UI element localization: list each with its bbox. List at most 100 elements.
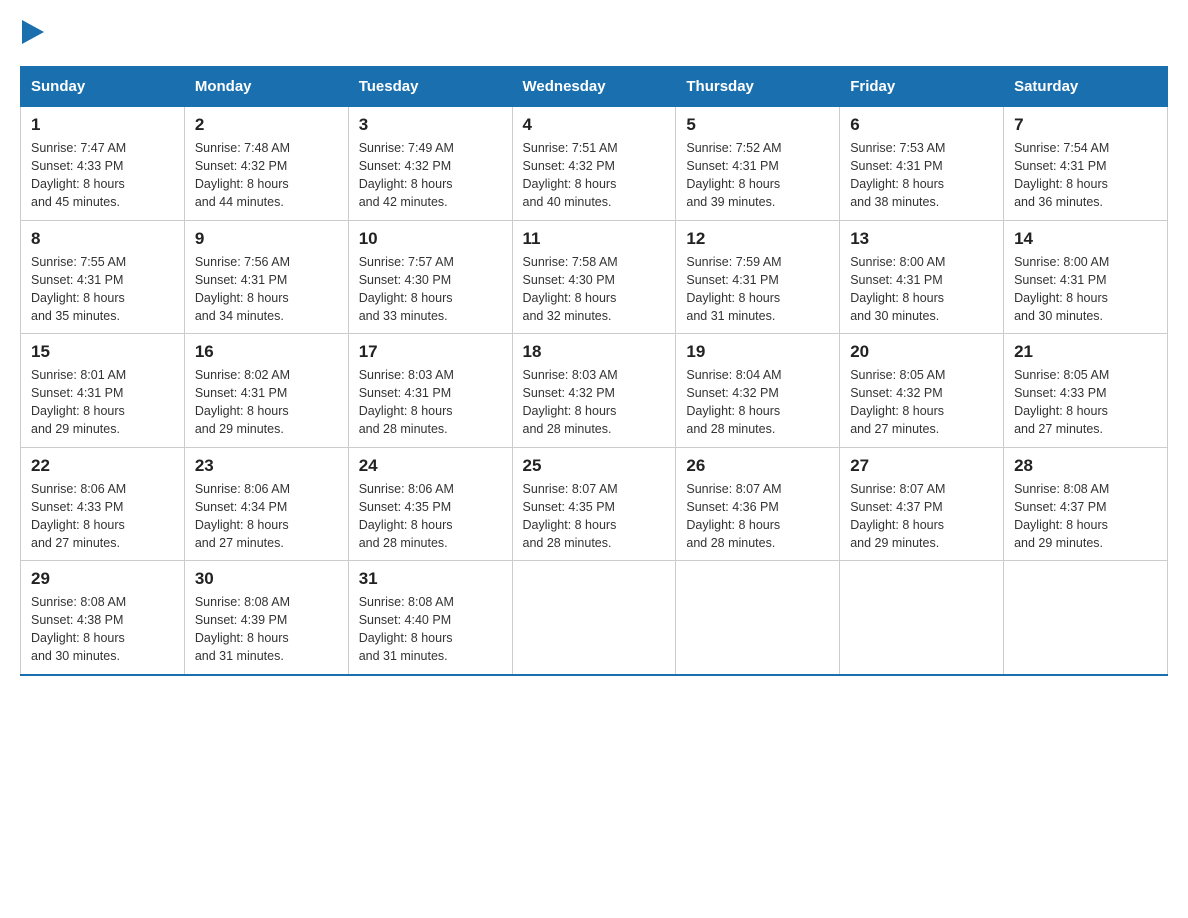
column-header-saturday: Saturday [1004,67,1168,106]
day-info: Sunrise: 7:51 AMSunset: 4:32 PMDaylight:… [523,139,666,212]
calendar-cell: 26Sunrise: 8:07 AMSunset: 4:36 PMDayligh… [676,447,840,561]
column-header-monday: Monday [184,67,348,106]
day-number: 21 [1014,342,1157,362]
day-number: 9 [195,229,338,249]
day-info: Sunrise: 8:08 AMSunset: 4:38 PMDaylight:… [31,593,174,666]
day-info: Sunrise: 8:00 AMSunset: 4:31 PMDaylight:… [1014,253,1157,326]
calendar-week-row: 1Sunrise: 7:47 AMSunset: 4:33 PMDaylight… [21,106,1168,220]
day-number: 22 [31,456,174,476]
calendar-cell: 25 Sunrise: 8:07 AMSunset: 4:35 PMDayligh… [512,447,676,561]
calendar-cell: 2 Sunrise: 7:48 AMSunset: 4:32 PMDaylight… [184,106,348,220]
day-info: Sunrise: 8:04 AMSunset: 4:32 PMDaylight:… [686,366,829,439]
day-info: Sunrise: 8:06 AMSunset: 4:35 PMDaylight:… [359,480,502,553]
day-number: 1 [31,115,174,135]
day-number: 12 [686,229,829,249]
day-number: 8 [31,229,174,249]
day-info: Sunrise: 7:59 AMSunset: 4:31 PMDaylight:… [686,253,829,326]
calendar-cell: 14 Sunrise: 8:00 AMSunset: 4:31 PMDayligh… [1004,220,1168,334]
calendar-cell: 31 Sunrise: 8:08 AMSunset: 4:40 PMDayligh… [348,561,512,675]
day-info: Sunrise: 8:08 AMSunset: 4:39 PMDaylight:… [195,593,338,666]
day-number: 29 [31,569,174,589]
day-number: 31 [359,569,502,589]
day-number: 25 [523,456,666,476]
day-info: Sunrise: 7:55 AMSunset: 4:31 PMDaylight:… [31,253,174,326]
calendar-cell: 3Sunrise: 7:49 AMSunset: 4:32 PMDaylight… [348,106,512,220]
day-number: 11 [523,229,666,249]
day-number: 5 [686,115,829,135]
calendar-week-row: 29 Sunrise: 8:08 AMSunset: 4:38 PMDayligh… [21,561,1168,675]
day-number: 23 [195,456,338,476]
calendar-cell [1004,561,1168,675]
calendar-week-row: 22 Sunrise: 8:06 AMSunset: 4:33 PMDayligh… [21,447,1168,561]
day-info: Sunrise: 8:03 AMSunset: 4:31 PMDaylight:… [359,366,502,439]
day-info: Sunrise: 8:08 AMSunset: 4:37 PMDaylight:… [1014,480,1157,553]
day-info: Sunrise: 7:52 AMSunset: 4:31 PMDaylight:… [686,139,829,212]
day-number: 17 [359,342,502,362]
calendar-cell: 22 Sunrise: 8:06 AMSunset: 4:33 PMDayligh… [21,447,185,561]
calendar-cell: 28 Sunrise: 8:08 AMSunset: 4:37 PMDayligh… [1004,447,1168,561]
day-number: 13 [850,229,993,249]
calendar-cell: 4 Sunrise: 7:51 AMSunset: 4:32 PMDaylight… [512,106,676,220]
column-header-tuesday: Tuesday [348,67,512,106]
day-number: 6 [850,115,993,135]
day-info: Sunrise: 8:02 AMSunset: 4:31 PMDaylight:… [195,366,338,439]
day-info: Sunrise: 8:08 AMSunset: 4:40 PMDaylight:… [359,593,502,666]
calendar-cell: 16 Sunrise: 8:02 AMSunset: 4:31 PMDayligh… [184,334,348,448]
day-info: Sunrise: 7:48 AMSunset: 4:32 PMDaylight:… [195,139,338,212]
calendar-cell: 10 Sunrise: 7:57 AMSunset: 4:30 PMDayligh… [348,220,512,334]
day-info: Sunrise: 8:06 AMSunset: 4:34 PMDaylight:… [195,480,338,553]
calendar-week-row: 8 Sunrise: 7:55 AMSunset: 4:31 PMDaylight… [21,220,1168,334]
day-info: Sunrise: 8:06 AMSunset: 4:33 PMDaylight:… [31,480,174,553]
calendar-cell: 11 Sunrise: 7:58 AMSunset: 4:30 PMDayligh… [512,220,676,334]
day-number: 28 [1014,456,1157,476]
calendar-cell: 6Sunrise: 7:53 AMSunset: 4:31 PMDaylight… [840,106,1004,220]
day-info: Sunrise: 8:00 AMSunset: 4:31 PMDaylight:… [850,253,993,326]
day-number: 2 [195,115,338,135]
day-info: Sunrise: 7:54 AMSunset: 4:31 PMDaylight:… [1014,139,1157,212]
column-header-thursday: Thursday [676,67,840,106]
calendar-cell: 23 Sunrise: 8:06 AMSunset: 4:34 PMDayligh… [184,447,348,561]
day-info: Sunrise: 7:58 AMSunset: 4:30 PMDaylight:… [523,253,666,326]
day-info: Sunrise: 8:03 AMSunset: 4:32 PMDaylight:… [523,366,666,439]
day-number: 4 [523,115,666,135]
calendar-cell: 27 Sunrise: 8:07 AMSunset: 4:37 PMDayligh… [840,447,1004,561]
calendar-cell: 5 Sunrise: 7:52 AMSunset: 4:31 PMDaylight… [676,106,840,220]
calendar-cell: 1Sunrise: 7:47 AMSunset: 4:33 PMDaylight… [21,106,185,220]
day-number: 10 [359,229,502,249]
calendar-cell [512,561,676,675]
day-number: 20 [850,342,993,362]
calendar-cell: 21 Sunrise: 8:05 AMSunset: 4:33 PMDayligh… [1004,334,1168,448]
page-header [20,20,1168,46]
day-number: 7 [1014,115,1157,135]
day-info: Sunrise: 8:07 AMSunset: 4:37 PMDaylight:… [850,480,993,553]
calendar-cell: 29 Sunrise: 8:08 AMSunset: 4:38 PMDayligh… [21,561,185,675]
day-number: 14 [1014,229,1157,249]
day-number: 30 [195,569,338,589]
day-info: Sunrise: 8:05 AMSunset: 4:33 PMDaylight:… [1014,366,1157,439]
logo-arrow-icon [22,20,44,44]
calendar-header-row: SundayMondayTuesdayWednesdayThursdayFrid… [21,67,1168,106]
day-number: 27 [850,456,993,476]
calendar-cell: 19Sunrise: 8:04 AMSunset: 4:32 PMDayligh… [676,334,840,448]
column-header-friday: Friday [840,67,1004,106]
calendar-cell: 9Sunrise: 7:56 AMSunset: 4:31 PMDaylight… [184,220,348,334]
calendar-cell: 8 Sunrise: 7:55 AMSunset: 4:31 PMDaylight… [21,220,185,334]
calendar-cell: 7 Sunrise: 7:54 AMSunset: 4:31 PMDaylight… [1004,106,1168,220]
day-number: 16 [195,342,338,362]
day-info: Sunrise: 8:05 AMSunset: 4:32 PMDaylight:… [850,366,993,439]
day-info: Sunrise: 8:07 AMSunset: 4:35 PMDaylight:… [523,480,666,553]
day-info: Sunrise: 8:01 AMSunset: 4:31 PMDaylight:… [31,366,174,439]
column-header-wednesday: Wednesday [512,67,676,106]
day-info: Sunrise: 7:57 AMSunset: 4:30 PMDaylight:… [359,253,502,326]
calendar-cell: 30 Sunrise: 8:08 AMSunset: 4:39 PMDayligh… [184,561,348,675]
calendar-cell: 12 Sunrise: 7:59 AMSunset: 4:31 PMDayligh… [676,220,840,334]
calendar-cell: 15 Sunrise: 8:01 AMSunset: 4:31 PMDayligh… [21,334,185,448]
calendar-cell: 20 Sunrise: 8:05 AMSunset: 4:32 PMDayligh… [840,334,1004,448]
calendar-cell [840,561,1004,675]
calendar-week-row: 15 Sunrise: 8:01 AMSunset: 4:31 PMDayligh… [21,334,1168,448]
day-number: 15 [31,342,174,362]
column-header-sunday: Sunday [21,67,185,106]
logo [20,20,44,46]
calendar-table: SundayMondayTuesdayWednesdayThursdayFrid… [20,66,1168,676]
day-info: Sunrise: 7:49 AMSunset: 4:32 PMDaylight:… [359,139,502,212]
